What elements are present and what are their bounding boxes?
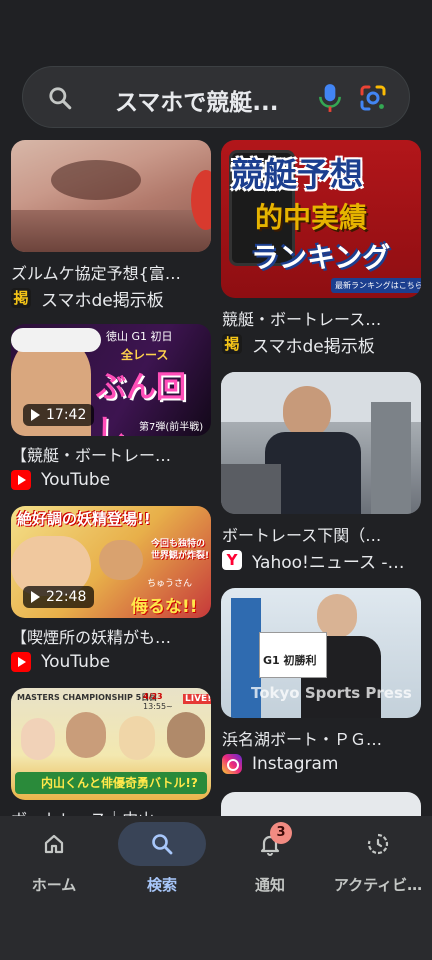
- result-title[interactable]: ズルムケ協定予想{富…: [11, 260, 211, 284]
- search-query-text[interactable]: スマホで競艇...: [115, 83, 279, 117]
- thumb-caption: 的中実績: [255, 201, 368, 234]
- thumb-caption: G1 初勝利: [263, 654, 317, 667]
- nav-activity[interactable]: アクティビ…: [324, 816, 432, 926]
- thumb-caption: 競艇予想: [231, 155, 363, 194]
- result-title[interactable]: 競艇・ボートレース…: [222, 306, 422, 330]
- nav-search[interactable]: 検索: [108, 816, 216, 926]
- thumb-caption: 第7弾(前半戦): [139, 422, 204, 433]
- result-source: Instagram: [222, 752, 339, 776]
- keijiban-icon: 掲: [222, 334, 242, 354]
- thumb-caption: 内山くんと俳優奇勇バトル!?: [41, 776, 198, 790]
- home-icon: [44, 834, 64, 854]
- thumb-caption: LIVE!: [183, 694, 211, 704]
- thumb-caption: 4/23: [143, 692, 163, 701]
- bottom-navigation: ホーム 検索 3 通知 アクティビ…: [0, 816, 432, 960]
- keijiban-icon: 掲: [11, 288, 31, 308]
- yahoo-icon: Y: [222, 550, 242, 570]
- microphone-icon[interactable]: [317, 83, 343, 113]
- result-thumbnail[interactable]: 徳山 G1 初日 全レース ぶん回し 第7弾(前半戦) 17:42: [11, 324, 211, 436]
- play-icon: [31, 591, 40, 603]
- result-thumbnail[interactable]: 競艇予想 的中実績 ランキング 最新ランキングはこちら: [221, 140, 421, 298]
- result-thumbnail[interactable]: G1 初勝利 Tokyo Sports Press: [221, 588, 421, 718]
- youtube-icon: [11, 470, 31, 490]
- result-thumbnail[interactable]: 絶好調の妖精登場!! 今回も独特の 世界観が炸裂! ちゅうさん 侮るな!! 22…: [11, 506, 211, 618]
- nav-home[interactable]: ホーム: [0, 816, 108, 926]
- search-icon: [49, 87, 72, 110]
- result-thumbnail[interactable]: [221, 372, 421, 514]
- search-bar[interactable]: スマホで競艇...: [22, 66, 410, 128]
- thumb-caption: 絶好調の妖精登場!!: [17, 510, 151, 528]
- result-title[interactable]: 【競艇・ボートレー…: [11, 442, 211, 466]
- thumb-caption: MASTERS CHAMPIONSHIP 5日目: [17, 693, 158, 702]
- thumb-caption: 全レース: [121, 348, 169, 362]
- thumb-caption: ランキング: [251, 241, 391, 274]
- thumb-caption: 世界観が炸裂!: [151, 551, 210, 561]
- watermark: Tokyo Sports Press: [251, 684, 412, 702]
- video-duration: 22:48: [23, 586, 95, 608]
- result-title[interactable]: 浜名湖ボート・ＰＧ…: [222, 726, 422, 750]
- result-source: YouTube: [11, 468, 110, 492]
- result-source: YouTube: [11, 650, 110, 674]
- notification-badge: 3: [270, 822, 292, 844]
- search-icon: [152, 834, 173, 855]
- instagram-icon: [222, 754, 242, 774]
- thumb-caption: 13:55~: [143, 702, 173, 711]
- thumb-caption: 徳山 G1 初日: [106, 330, 173, 343]
- result-thumbnail[interactable]: [11, 140, 211, 252]
- activity-icon: [367, 833, 389, 855]
- youtube-icon: [11, 652, 31, 672]
- result-title[interactable]: ボートレース下関（…: [222, 522, 422, 546]
- result-title[interactable]: 【喫煙所の妖精がも…: [11, 624, 211, 648]
- result-thumbnail[interactable]: MASTERS CHAMPIONSHIP 5日目 4/23 13:55~ LIV…: [11, 688, 211, 800]
- result-source: Y Yahoo!ニュース -…: [222, 548, 405, 573]
- google-lens-icon[interactable]: [359, 84, 387, 112]
- thumb-caption: ちゅうさん: [147, 579, 193, 589]
- nav-notifications[interactable]: 3 通知: [216, 816, 324, 926]
- result-source: 掲 スマホde掲示板: [222, 332, 375, 357]
- video-duration: 17:42: [23, 404, 95, 426]
- thumb-caption: 最新ランキングはこちら: [331, 278, 421, 293]
- result-source: 掲 スマホde掲示板: [11, 286, 164, 311]
- thumb-caption: 侮るな!!: [131, 597, 198, 617]
- play-icon: [31, 409, 40, 421]
